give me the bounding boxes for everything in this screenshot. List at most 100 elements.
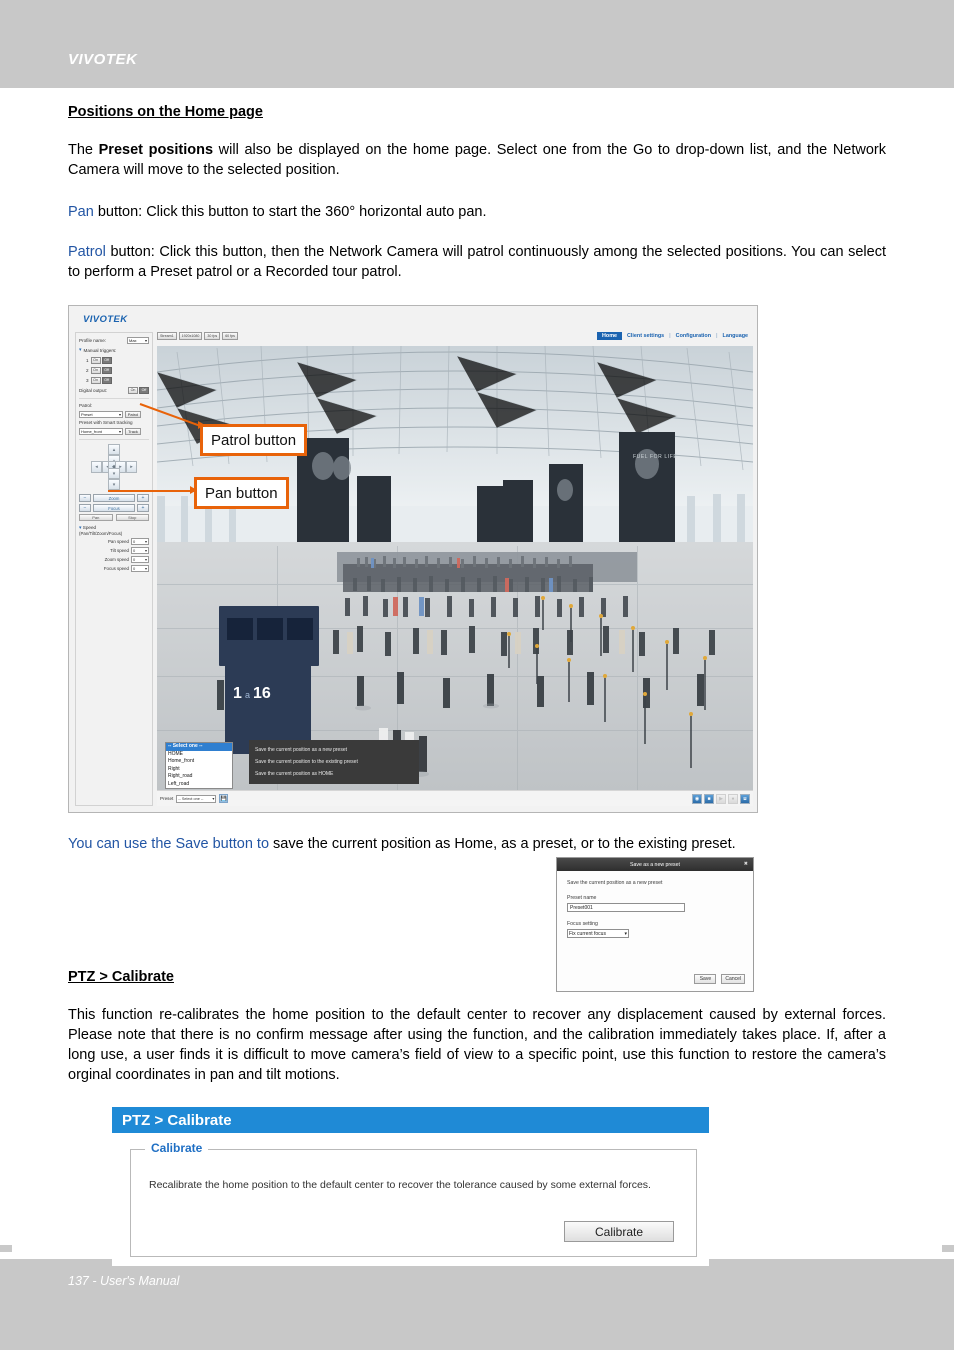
trigger-1-off-button[interactable]: Off <box>101 356 112 364</box>
zoom-speed-select[interactable]: 0 ▾ <box>131 556 149 563</box>
record-icon[interactable]: ■ <box>704 793 714 804</box>
chevron-down-icon: ▾ <box>624 930 627 937</box>
volume-icon[interactable]: ▶ <box>716 793 726 804</box>
chevron-down-icon: ▾ <box>144 548 147 553</box>
paragraph-save-button: You can use the Save button to save the … <box>68 834 886 854</box>
focus-setting-value: Fix current focus <box>569 930 606 937</box>
profile-name-row: Profile name: Max ▾ <box>79 336 149 344</box>
stream-button-4[interactable]: 60 fps <box>222 332 238 340</box>
patrol-mode-select[interactable]: Preset ▾ <box>79 410 123 418</box>
pan-down-button[interactable]: ▾ <box>108 468 120 479</box>
trigger-2-off-button[interactable]: Off <box>101 366 112 374</box>
trigger-1-number: 1 <box>86 357 89 363</box>
manual-trigger-row-1: 1 On Off <box>79 356 149 364</box>
patrol-button[interactable]: Patrol <box>125 410 141 418</box>
nav-home[interactable]: Home <box>597 332 623 340</box>
dialog-title-text: Save as a new preset <box>630 861 680 868</box>
trigger-1-toggle[interactable]: On Off <box>90 356 112 364</box>
preset-option-right[interactable]: Right <box>166 766 232 774</box>
pan-speed-select[interactable]: 0 ▾ <box>131 538 149 545</box>
focus-slider[interactable]: Focus <box>93 504 135 512</box>
pan-down-far-button[interactable]: ▾ <box>108 479 120 490</box>
paragraph-pan-button: Pan button: Click this button to start t… <box>68 202 886 222</box>
pan-speed-value: 0 <box>133 539 136 544</box>
digital-output-on-button[interactable]: On <box>128 386 138 394</box>
digital-output-off-button[interactable]: Off <box>139 386 149 394</box>
save-position-context-menu[interactable]: Save the current position as a new prese… <box>249 740 419 784</box>
snapshot-icon[interactable]: ◉ <box>692 793 702 804</box>
live-video-stream[interactable]: FUEL FOR LIFE 1 a 16 <box>157 346 753 790</box>
profile-name-value: Max <box>129 337 137 343</box>
dialog-save-button[interactable]: Save <box>694 974 717 984</box>
chevron-down-icon: ▾ <box>118 428 121 434</box>
chevron-down-icon: ▾ <box>212 797 215 801</box>
preset-option-left-road[interactable]: Left_road <box>166 781 232 789</box>
menu-item-save-to-existing-preset[interactable]: Save the current position to the existin… <box>249 756 419 768</box>
fullscreen-icon[interactable]: ⧈ <box>740 793 750 804</box>
zoom-in-button[interactable]: + <box>137 494 149 502</box>
pan-button[interactable]: Pan <box>79 514 113 521</box>
manual-triggers-header[interactable]: ▾ Manual triggers: <box>79 346 149 354</box>
paragraph-preset-positions: The Preset positions will also be displa… <box>68 140 886 180</box>
preset-option-home-front[interactable]: Home_front <box>166 758 232 766</box>
pan-right-far-button[interactable]: ▸ <box>126 461 137 473</box>
focus-speed-select[interactable]: 0 ▾ <box>131 565 149 572</box>
pan-keyword: Pan <box>68 204 94 220</box>
track-button[interactable]: Track <box>125 427 141 435</box>
trigger-1-on-button[interactable]: On <box>90 356 101 364</box>
stream-toolbar: Stream1 1920x1080 30 fps 60 fps Home Cli… <box>157 332 753 345</box>
preset-dropdown-list[interactable]: -- Select one -- HOME Home_front Right R… <box>165 742 233 789</box>
preset-option-select-one[interactable]: -- Select one -- <box>166 743 232 751</box>
stream-button-1[interactable]: Stream1 <box>157 332 177 340</box>
menu-item-save-as-home[interactable]: Save the current position as HOME <box>249 768 419 780</box>
save-note-keyword: You can use the Save button to <box>68 836 270 852</box>
focus-setting-select[interactable]: Fix current focus ▾ <box>567 929 629 938</box>
stream-button-3[interactable]: 30 fps <box>204 332 221 340</box>
stop-button[interactable]: Stop <box>115 514 149 521</box>
airport-terminal-video-frame: FUEL FOR LIFE 1 a 16 <box>157 346 753 790</box>
trigger-2-on-button[interactable]: On <box>90 366 101 374</box>
speed-section: ▾ Speed (Pan/Tilt/Zoom/Focus) Pan speed … <box>79 525 149 572</box>
preset-option-home[interactable]: HOME <box>166 751 232 759</box>
smart-tracking-select[interactable]: Home_front ▾ <box>79 427 123 435</box>
manual-trigger-row-2: 2 On Off <box>79 366 149 374</box>
nav-language[interactable]: Language <box>718 332 753 340</box>
trigger-3-on-button[interactable]: On <box>90 376 101 384</box>
menu-item-save-as-new-preset[interactable]: Save the current position as a new prese… <box>249 744 419 756</box>
trigger-3-off-button[interactable]: Off <box>101 376 112 384</box>
mic-icon[interactable]: ● <box>728 793 738 804</box>
focus-in-button[interactable]: + <box>137 504 149 512</box>
preset-name-input[interactable]: Preset001 <box>567 903 685 912</box>
pan-left-far-button[interactable]: ◂ <box>91 461 102 473</box>
profile-name-select[interactable]: Max ▾ <box>127 336 149 344</box>
pan-up-far-button[interactable]: ▴ <box>108 444 120 455</box>
zoom-out-button[interactable]: − <box>79 494 91 502</box>
smart-tracking-label-wrap: Preset with Smart tracking <box>79 420 149 425</box>
pan-speed-row: Pan speed 0 ▾ <box>79 538 149 545</box>
focus-out-button[interactable]: − <box>79 504 91 512</box>
ptz-direction-pad[interactable]: ▴ ▴ ◂ ◂ ◆ ▸ ▸ ▾ ▾ <box>91 444 137 490</box>
zoom-slider[interactable]: Zoom <box>93 494 135 502</box>
para-lead: The <box>68 142 99 158</box>
tilt-speed-select[interactable]: 0 ▾ <box>131 547 149 554</box>
close-icon[interactable]: ✖ <box>744 861 748 867</box>
stream-button-2[interactable]: 1920x1080 <box>178 332 203 340</box>
trigger-3-toggle[interactable]: On Off <box>90 376 112 384</box>
nav-client-settings[interactable]: Client settings <box>622 332 669 340</box>
save-icon[interactable]: 💾 <box>219 794 229 803</box>
digital-output-toggle[interactable]: On Off <box>128 386 149 394</box>
save-as-new-preset-dialog[interactable]: Save as a new preset ✖ Save the current … <box>556 857 754 992</box>
calibrate-body-text: Recalibrate the home position to the def… <box>149 1179 651 1191</box>
page-footer <box>0 1259 954 1350</box>
calibrate-button[interactable]: Calibrate <box>564 1221 674 1242</box>
nav-configuration[interactable]: Configuration <box>671 332 716 340</box>
zoom-speed-value: 0 <box>133 557 136 562</box>
preset-option-right-road[interactable]: Right_road <box>166 773 232 781</box>
focus-control-row: − Focus + <box>79 504 149 512</box>
trigger-3-number: 3 <box>86 377 89 383</box>
ptz-calibrate-panel: PTZ > Calibrate Calibrate Recalibrate th… <box>112 1107 709 1266</box>
focus-speed-label: Focus speed <box>103 566 129 571</box>
dialog-cancel-button[interactable]: Cancel <box>721 974 745 984</box>
preset-bar-select[interactable]: -- Select one -- ▾ <box>176 794 217 803</box>
trigger-2-toggle[interactable]: On Off <box>90 366 112 374</box>
